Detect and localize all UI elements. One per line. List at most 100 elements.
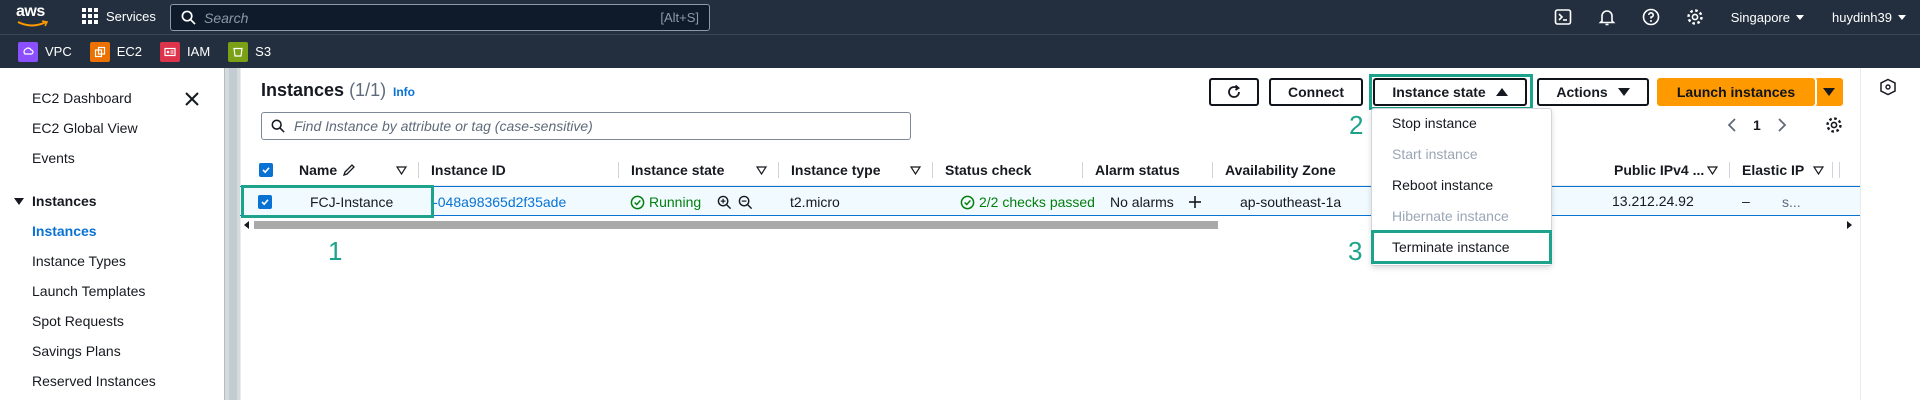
check-circle-icon bbox=[960, 195, 975, 209]
search-icon bbox=[271, 119, 285, 133]
instance-state-button[interactable]: Instance state bbox=[1373, 78, 1527, 106]
step-3-label: 3 bbox=[1348, 236, 1363, 266]
launch-instances-button[interactable]: Launch instances bbox=[1657, 78, 1815, 106]
nav-section-instances[interactable]: Instances bbox=[14, 193, 97, 209]
chevron-left-icon[interactable] bbox=[1725, 117, 1739, 133]
cell-status-check: 2/2 checks passed bbox=[960, 187, 1095, 217]
state-text: Running bbox=[649, 194, 702, 210]
actions-label: Actions bbox=[1556, 84, 1608, 100]
header-right-group: Public IPv4 ... Elastic IP bbox=[240, 154, 1860, 186]
cell-dns-truncated: s... bbox=[1782, 194, 1801, 210]
column-public-ipv4[interactable]: Public IPv4 ... bbox=[1602, 154, 1730, 186]
help-icon[interactable] bbox=[1642, 8, 1660, 26]
cell-elastic-ip: – bbox=[1742, 193, 1750, 209]
row-checkbox[interactable] bbox=[258, 195, 272, 209]
instance-state-menu: Stop instance Start instance Reboot inst… bbox=[1371, 108, 1552, 266]
column-elastic-ip[interactable]: Elastic IP bbox=[1730, 154, 1840, 186]
instances-filter-input[interactable]: Find Instance by attribute or tag (case-… bbox=[261, 112, 911, 140]
cell-alarm-status: No alarms bbox=[1110, 187, 1202, 217]
services-menu-button[interactable]: Services bbox=[82, 8, 156, 24]
iam-service-icon bbox=[160, 41, 181, 62]
filter-placeholder: Find Instance by attribute or tag (case-… bbox=[294, 118, 593, 134]
nav-savings-plans[interactable]: Savings Plans bbox=[32, 343, 121, 359]
cloudshell-icon[interactable] bbox=[1554, 8, 1572, 26]
favorites-bar: VPC EC2 IAM S3 bbox=[0, 34, 1920, 68]
scroll-left-icon[interactable] bbox=[244, 221, 250, 229]
table-horizontal-scrollbar[interactable] bbox=[240, 218, 1860, 232]
nav-instances[interactable]: Instances bbox=[32, 223, 97, 239]
cell-name[interactable]: FCJ-Instance bbox=[310, 187, 393, 217]
nav-events[interactable]: Events bbox=[32, 150, 75, 166]
menu-item-start-instance: Start instance bbox=[1392, 146, 1478, 162]
menu-item-stop-instance[interactable]: Stop instance bbox=[1392, 115, 1477, 131]
nav-ec2-global-view[interactable]: EC2 Global View bbox=[32, 120, 138, 136]
nav-spot-requests[interactable]: Spot Requests bbox=[32, 313, 124, 329]
settings-gear-icon[interactable] bbox=[1686, 8, 1704, 26]
connect-button[interactable]: Connect bbox=[1269, 78, 1363, 106]
favorite-s3[interactable]: S3 bbox=[228, 41, 271, 62]
cell-availability-zone: ap-southeast-1a bbox=[1240, 194, 1342, 210]
row-checkbox-cell bbox=[258, 187, 272, 217]
search-shortcut: [Alt+S] bbox=[660, 10, 699, 25]
menu-item-hibernate-instance: Hibernate instance bbox=[1392, 208, 1509, 224]
caret-down-icon bbox=[1823, 88, 1835, 96]
caret-down-icon bbox=[14, 197, 24, 205]
preferences-gear-icon[interactable] bbox=[1825, 116, 1843, 134]
search-placeholder: Search bbox=[204, 9, 249, 26]
global-search-input[interactable]: Search [Alt+S] bbox=[170, 4, 710, 31]
grid-icon bbox=[82, 8, 98, 24]
sidebar-resize-handle[interactable] bbox=[224, 68, 240, 400]
nav-reserved-instances[interactable]: Reserved Instances bbox=[32, 373, 156, 389]
menu-item-reboot-instance[interactable]: Reboot instance bbox=[1392, 177, 1493, 193]
favorite-ec2[interactable]: EC2 bbox=[89, 41, 143, 62]
page-title: Instances (1/1) bbox=[261, 80, 386, 101]
status-check-text: 2/2 checks passed bbox=[979, 194, 1095, 210]
cell-instance-id-link[interactable]: i-048a98365d2f35ade bbox=[430, 187, 566, 217]
nav-instance-types[interactable]: Instance Types bbox=[32, 253, 126, 269]
main-content: Instances (1/1) Info Connect Instance st… bbox=[240, 68, 1861, 400]
zoom-in-icon[interactable] bbox=[717, 195, 732, 210]
notifications-bell-icon[interactable] bbox=[1598, 8, 1616, 26]
step-1-label: 1 bbox=[328, 236, 343, 266]
actions-button[interactable]: Actions bbox=[1537, 78, 1649, 106]
column-label: Public IPv4 ... bbox=[1614, 162, 1705, 178]
close-icon[interactable] bbox=[182, 89, 202, 109]
zoom-out-icon[interactable] bbox=[738, 195, 753, 210]
side-navigation: EC2 Dashboard EC2 Global View Events Ins… bbox=[0, 68, 224, 400]
cell-instance-type: t2.micro bbox=[790, 194, 840, 210]
favorite-label: EC2 bbox=[116, 44, 143, 59]
sort-caret-icon[interactable] bbox=[1707, 165, 1718, 175]
aws-logo-text: aws bbox=[16, 3, 45, 20]
favorite-label: VPC bbox=[45, 44, 72, 59]
region-label: Singapore bbox=[1730, 9, 1790, 25]
scroll-right-icon[interactable] bbox=[1846, 221, 1852, 229]
account-username: huydinh39 bbox=[1832, 9, 1892, 25]
search-icon bbox=[181, 10, 196, 25]
account-menu[interactable]: huydinh39 bbox=[1832, 10, 1906, 25]
chevron-right-icon[interactable] bbox=[1775, 117, 1789, 133]
refresh-button[interactable] bbox=[1209, 78, 1259, 106]
services-label: Services bbox=[106, 8, 156, 24]
nav-section-label: Instances bbox=[32, 193, 97, 209]
scrollbar-thumb[interactable] bbox=[254, 221, 1218, 229]
launch-options-dropdown[interactable] bbox=[1815, 78, 1843, 106]
info-link[interactable]: Info bbox=[393, 85, 415, 99]
panel-toggle-icon[interactable] bbox=[1879, 78, 1897, 96]
aws-logo[interactable]: aws bbox=[16, 4, 52, 32]
current-page[interactable]: 1 bbox=[1753, 117, 1761, 133]
region-selector[interactable]: Singapore bbox=[1731, 10, 1804, 25]
menu-item-terminate-instance[interactable]: Terminate instance bbox=[1392, 239, 1510, 255]
right-utility-rail bbox=[1860, 68, 1920, 400]
alarm-text: No alarms bbox=[1110, 194, 1174, 210]
caret-up-icon bbox=[1495, 88, 1508, 96]
favorite-vpc[interactable]: VPC bbox=[18, 41, 72, 62]
favorite-label: IAM bbox=[187, 44, 211, 59]
running-status: Running bbox=[630, 194, 701, 210]
instances-panel: Instances (1/1) Info Connect Instance st… bbox=[240, 68, 1861, 400]
column-label: Elastic IP bbox=[1742, 162, 1805, 178]
nav-launch-templates[interactable]: Launch Templates bbox=[32, 283, 145, 299]
favorite-iam[interactable]: IAM bbox=[160, 41, 211, 62]
nav-ec2-dashboard[interactable]: EC2 Dashboard bbox=[32, 90, 132, 106]
vpc-service-icon bbox=[18, 41, 38, 62]
add-plus-icon[interactable] bbox=[1188, 195, 1202, 209]
